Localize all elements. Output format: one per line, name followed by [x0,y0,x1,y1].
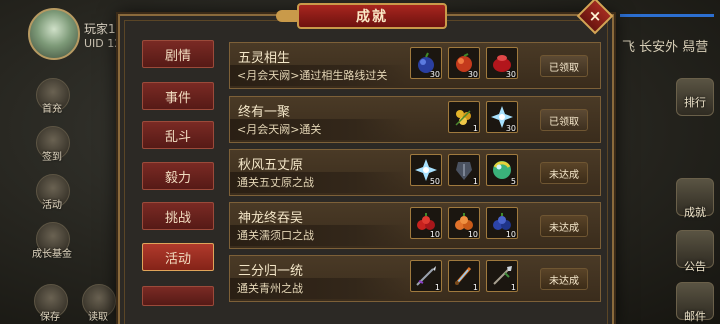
achievement-row: 秋风五丈原 通关五丈原之战 50 1 5 未达成 [229,149,601,196]
achievement-hud-label: 成就 [684,206,706,219]
activity-label: 活动 [42,200,62,211]
reward-slot[interactable]: 50 [410,154,442,186]
reward-qty: 30 [505,124,516,133]
achievement-desc: 通关五丈原之战 [230,172,408,193]
tab-challenge[interactable]: 挑战 [142,202,214,230]
reward-qty: 1 [472,283,478,292]
dialog-title: 成就 [297,3,447,29]
tab-brawl[interactable]: 乱斗 [142,121,214,149]
reward-qty: 30 [467,70,478,79]
reward-slot[interactable]: 1 [448,260,480,292]
save-label: 保存 [40,312,60,323]
status-button[interactable]: 已领取 [540,109,588,131]
reward-slot[interactable]: 10 [448,207,480,239]
growth-fund-label: 成长基金 [32,249,72,260]
status-button[interactable]: 未达成 [540,215,588,237]
reward-qty: 10 [467,230,478,239]
achievement-name: 终有一聚 [238,105,291,120]
player-avatar[interactable] [28,8,80,60]
reward-slot[interactable]: 1 [448,154,480,186]
reward-qty: 30 [429,70,440,79]
status-button[interactable]: 未达成 [540,162,588,184]
achievement-name: 五灵相生 [238,51,291,66]
reward-slot[interactable]: 5 [486,154,518,186]
reward-qty: 10 [429,230,440,239]
status-button[interactable]: 已领取 [540,55,588,77]
achievement-name: 神龙终吞吴 [238,211,304,226]
tab-endurance[interactable]: 毅力 [142,162,214,190]
achievement-desc: 通关濡须口之战 [230,225,408,246]
reward-slot[interactable]: 1 [448,101,480,133]
notice-label: 公告 [684,260,706,273]
reward-slot[interactable]: 30 [448,47,480,79]
reward-slot[interactable]: 10 [486,207,518,239]
reward-qty: 50 [429,177,440,186]
reward-qty: 1 [434,283,440,292]
mail-label: 邮件 [684,310,706,323]
achievement-row: 神龙终吞吴 通关濡须口之战 10 10 10 未达成 [229,202,601,249]
status-button[interactable]: 未达成 [540,268,588,290]
reward-qty: 1 [510,283,516,292]
reward-slot[interactable]: 10 [410,207,442,239]
achievement-row: 三分归一统 通关青州之战 1 1 1 未达成 [229,255,601,302]
close-icon[interactable]: × [582,3,608,29]
ranking-label: 排行 [684,96,706,109]
reward-slot[interactable]: 1 [486,260,518,292]
map-location-names: 飞 长安外 舄营 [622,40,709,55]
achievement-desc: 通关青州之战 [230,278,408,299]
achievement-name: 秋风五丈原 [238,158,304,173]
achievement-row: 终有一聚 <月会天阙>通关 1 30 已领取 [229,96,601,143]
reward-qty: 1 [472,177,478,186]
tab-story[interactable]: 剧情 [142,40,214,68]
achievement-desc: <月会天阙>通过相生路线过关 [230,65,408,86]
achievement-row: 五灵相生 <月会天阙>通过相生路线过关 30 30 30 已领取 [229,42,601,89]
achievement-name: 三分归一统 [238,264,304,279]
achievement-desc: <月会天阙>通关 [230,119,408,140]
tab-more[interactable] [142,286,214,306]
reward-qty: 10 [505,230,516,239]
energy-bar [620,14,714,17]
first-recharge-label: 首充 [42,104,62,115]
reward-slot[interactable]: 30 [486,47,518,79]
reward-qty: 5 [510,177,516,186]
reward-qty: 1 [472,124,478,133]
load-label: 读取 [88,312,108,323]
signin-label: 签到 [42,152,62,163]
tab-activity[interactable]: 活动 [142,243,214,271]
reward-slot[interactable]: 1 [410,260,442,292]
reward-slot[interactable]: 30 [410,47,442,79]
reward-qty: 30 [505,70,516,79]
tab-event[interactable]: 事件 [142,82,214,110]
reward-slot[interactable]: 30 [486,101,518,133]
dialog-title-text: 成就 [356,9,388,25]
